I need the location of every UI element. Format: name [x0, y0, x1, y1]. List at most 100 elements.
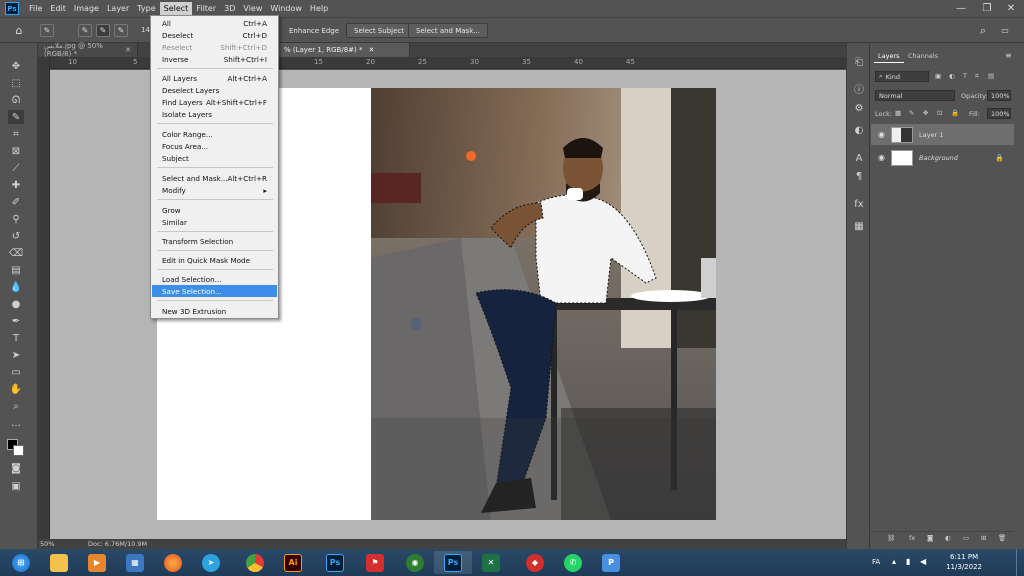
history-brush-tool-icon[interactable]: ↺	[8, 229, 24, 243]
menu-layer[interactable]: Layer	[103, 2, 133, 15]
tab-channels[interactable]: Channels	[904, 50, 942, 62]
layer-mask-icon[interactable]: ◙	[927, 534, 933, 542]
screen-mode-icon[interactable]: ▣	[8, 479, 24, 493]
layer-filter-select[interactable]: ⌕ Kind	[875, 71, 929, 82]
rectangle-tool-icon[interactable]: ▭	[8, 365, 24, 379]
new-selection-icon[interactable]: ✎	[78, 24, 92, 37]
menu-item-deselect-layers[interactable]: Deselect Layers	[152, 84, 277, 96]
minimize-icon[interactable]: —	[948, 0, 974, 17]
filter-shape-icon[interactable]: ⌗	[975, 72, 979, 81]
taskbar-app-chrome[interactable]	[236, 551, 274, 574]
layer-row-layer-1[interactable]: ◉ Layer 1	[871, 124, 1014, 145]
layer-style-icon[interactable]: fx	[909, 534, 915, 542]
taskbar-app-excel[interactable]: ✕	[472, 551, 510, 574]
menu-item-focus-area[interactable]: Focus Area...	[152, 140, 277, 152]
pen-tool-icon[interactable]: ✒	[8, 314, 24, 328]
hand-tool-icon[interactable]: ✋	[8, 382, 24, 396]
properties-panel-icon[interactable]: ⚙	[852, 101, 866, 115]
lock-image-icon[interactable]: ✎	[909, 109, 914, 117]
libraries-panel-icon[interactable]: ▦	[852, 219, 866, 233]
taskbar-app-powerpoint[interactable]: P	[592, 551, 630, 574]
menu-item-deselect[interactable]: Deselect Ctrl+D	[152, 29, 277, 41]
taskbar-app-shield[interactable]: ◆	[516, 551, 554, 574]
select-and-mask-button[interactable]: Select and Mask...	[408, 23, 488, 38]
lock-position-icon[interactable]: ✥	[923, 109, 928, 117]
eraser-tool-icon[interactable]: ⌫	[8, 246, 24, 260]
link-layers-icon[interactable]: ⛓	[887, 534, 895, 542]
zoom-tool-icon[interactable]: ⌕	[8, 399, 24, 413]
menu-item-new-3d-extrusion[interactable]: New 3D Extrusion	[152, 305, 277, 317]
add-to-selection-icon[interactable]: ✎	[96, 24, 110, 37]
brush-size-value[interactable]: 14	[141, 26, 150, 34]
tab-layers[interactable]: Layers	[874, 50, 904, 63]
menu-select[interactable]: Select	[159, 2, 193, 15]
subtract-from-selection-icon[interactable]: ✎	[114, 24, 128, 37]
opacity-input[interactable]: 100%	[987, 90, 1011, 101]
zoom-level[interactable]: 50%	[40, 540, 54, 548]
adjustments-panel-icon[interactable]: ◐	[852, 123, 866, 137]
type-tool-icon[interactable]: T	[8, 331, 24, 345]
menu-edit[interactable]: Edit	[46, 2, 70, 15]
visibility-eye-icon[interactable]: ◉	[878, 153, 885, 162]
more-tools-icon[interactable]: …	[8, 416, 24, 430]
home-icon[interactable]: ⌂	[12, 24, 26, 37]
tab-document-2[interactable]: % (Layer 1, RGB/8#) * ✕	[278, 43, 410, 57]
quick-selection-preset-icon[interactable]: ✎	[40, 24, 54, 37]
taskbar-app-tool[interactable]: ◉	[396, 551, 434, 574]
menu-item-save-selection[interactable]: Save Selection...	[152, 285, 277, 297]
quick-selection-tool-icon[interactable]: ✎	[8, 110, 24, 124]
menu-file[interactable]: File	[25, 2, 46, 15]
maximize-icon[interactable]: ❐	[974, 0, 1000, 17]
path-selection-tool-icon[interactable]: ➤	[8, 348, 24, 362]
menu-item-modify[interactable]: Modify ▸	[152, 184, 277, 196]
quick-mask-icon[interactable]: ◙	[8, 461, 24, 475]
info-panel-icon[interactable]: ⓘ	[852, 81, 866, 96]
menu-item-quick-mask[interactable]: Edit in Quick Mask Mode	[152, 254, 277, 266]
healing-brush-tool-icon[interactable]: ✚	[8, 178, 24, 192]
taskbar-app-whatsapp[interactable]: ✆	[554, 551, 592, 574]
filter-type-icon[interactable]: T	[963, 72, 967, 80]
crop-tool-icon[interactable]: ⌗	[8, 127, 24, 141]
menu-item-similar[interactable]: Similar	[152, 216, 277, 228]
menu-item-find-layers[interactable]: Find Layers Alt+Shift+Ctrl+F	[152, 96, 277, 108]
adjustment-layer-icon[interactable]: ◐	[945, 534, 951, 542]
history-panel-icon[interactable]: ⎗	[852, 55, 866, 69]
taskbar-app-illustrator[interactable]: Ai	[274, 551, 312, 574]
clone-stamp-tool-icon[interactable]: ⚲	[8, 212, 24, 226]
fill-input[interactable]: 100%	[987, 108, 1011, 119]
menu-item-isolate-layers[interactable]: Isolate Layers	[152, 108, 277, 120]
character-panel-icon[interactable]: A	[852, 151, 866, 165]
move-tool-icon[interactable]: ✥	[8, 59, 24, 73]
menu-item-select-and-mask[interactable]: Select and Mask... Alt+Ctrl+R	[152, 172, 277, 184]
system-clock[interactable]: 6:11 PM 11/3/2022	[946, 552, 982, 572]
frame-tool-icon[interactable]: ⊠	[8, 144, 24, 158]
brush-tool-icon[interactable]: ✐	[8, 195, 24, 209]
menu-item-subject[interactable]: Subject	[152, 152, 277, 164]
menu-filter[interactable]: Filter	[192, 2, 220, 15]
start-button[interactable]: ⊞	[2, 551, 40, 574]
taskbar-app-runner[interactable]: ⚑	[356, 551, 394, 574]
select-subject-button[interactable]: Select Subject	[346, 23, 412, 38]
close-icon[interactable]: ✕	[998, 0, 1024, 17]
taskbar-app-media[interactable]: ▶	[78, 551, 116, 574]
menu-type[interactable]: Type	[133, 2, 159, 15]
menu-window[interactable]: Window	[266, 2, 306, 15]
lock-transparent-icon[interactable]: ▩	[895, 109, 901, 117]
layer-row-background[interactable]: ◉ Background 🔒	[871, 147, 1014, 168]
taskbar-app-photoshop-open[interactable]: Ps	[434, 551, 472, 574]
taskbar-app-telegram[interactable]: ➤	[192, 551, 230, 574]
paragraph-panel-icon[interactable]: ¶	[852, 169, 866, 183]
menu-item-grow[interactable]: Grow	[152, 204, 277, 216]
filter-adjustment-icon[interactable]: ◐	[949, 72, 955, 80]
panel-menu-icon[interactable]: ≡	[1005, 51, 1012, 60]
filter-pixel-icon[interactable]: ▣	[935, 72, 941, 80]
menu-item-all[interactable]: All Ctrl+A	[152, 17, 277, 29]
lasso-tool-icon[interactable]: ᘏ	[8, 93, 24, 107]
search-icon[interactable]: ⌕	[976, 24, 990, 37]
taskbar-app-photoshop[interactable]: Ps	[316, 551, 354, 574]
menu-help[interactable]: Help	[306, 2, 332, 15]
menu-view[interactable]: View	[239, 2, 266, 15]
volume-icon[interactable]: ◀	[920, 557, 926, 566]
gradient-tool-icon[interactable]: ▤	[8, 263, 24, 277]
delete-layer-icon[interactable]: 🗑	[998, 534, 1006, 542]
